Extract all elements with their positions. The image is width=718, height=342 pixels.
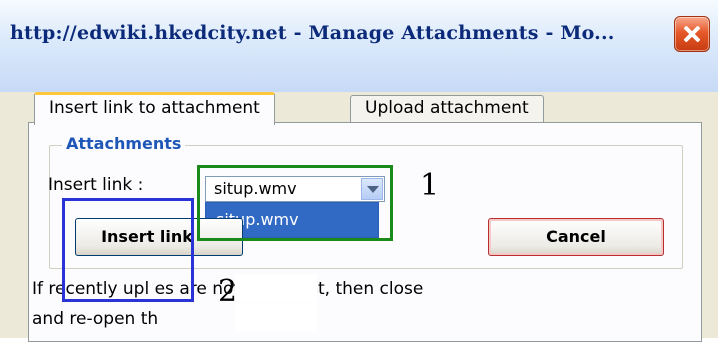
callout-box-2 [62,198,194,302]
callout-number-1: 1 [420,168,440,203]
titlebar: http://edwiki.hkedcity.net - Manage Atta… [0,0,718,93]
attachments-legend: Attachments [62,134,186,153]
tab-upload-attachment[interactable]: Upload attachment [350,95,544,123]
close-icon[interactable] [674,16,710,52]
callout-box-1 [197,165,393,241]
callout-number-2: 2 [218,274,238,309]
cancel-button[interactable]: Cancel [488,218,664,256]
tab-insert-link[interactable]: Insert link to attachment [34,92,275,125]
redaction-patch [235,274,317,302]
manage-attachments-window: http://edwiki.hkedcity.net - Manage Atta… [0,0,718,342]
insert-link-label: Insert link : [48,175,144,195]
redaction-patch [235,303,317,331]
window-title: http://edwiki.hkedcity.net - Manage Atta… [10,22,615,44]
